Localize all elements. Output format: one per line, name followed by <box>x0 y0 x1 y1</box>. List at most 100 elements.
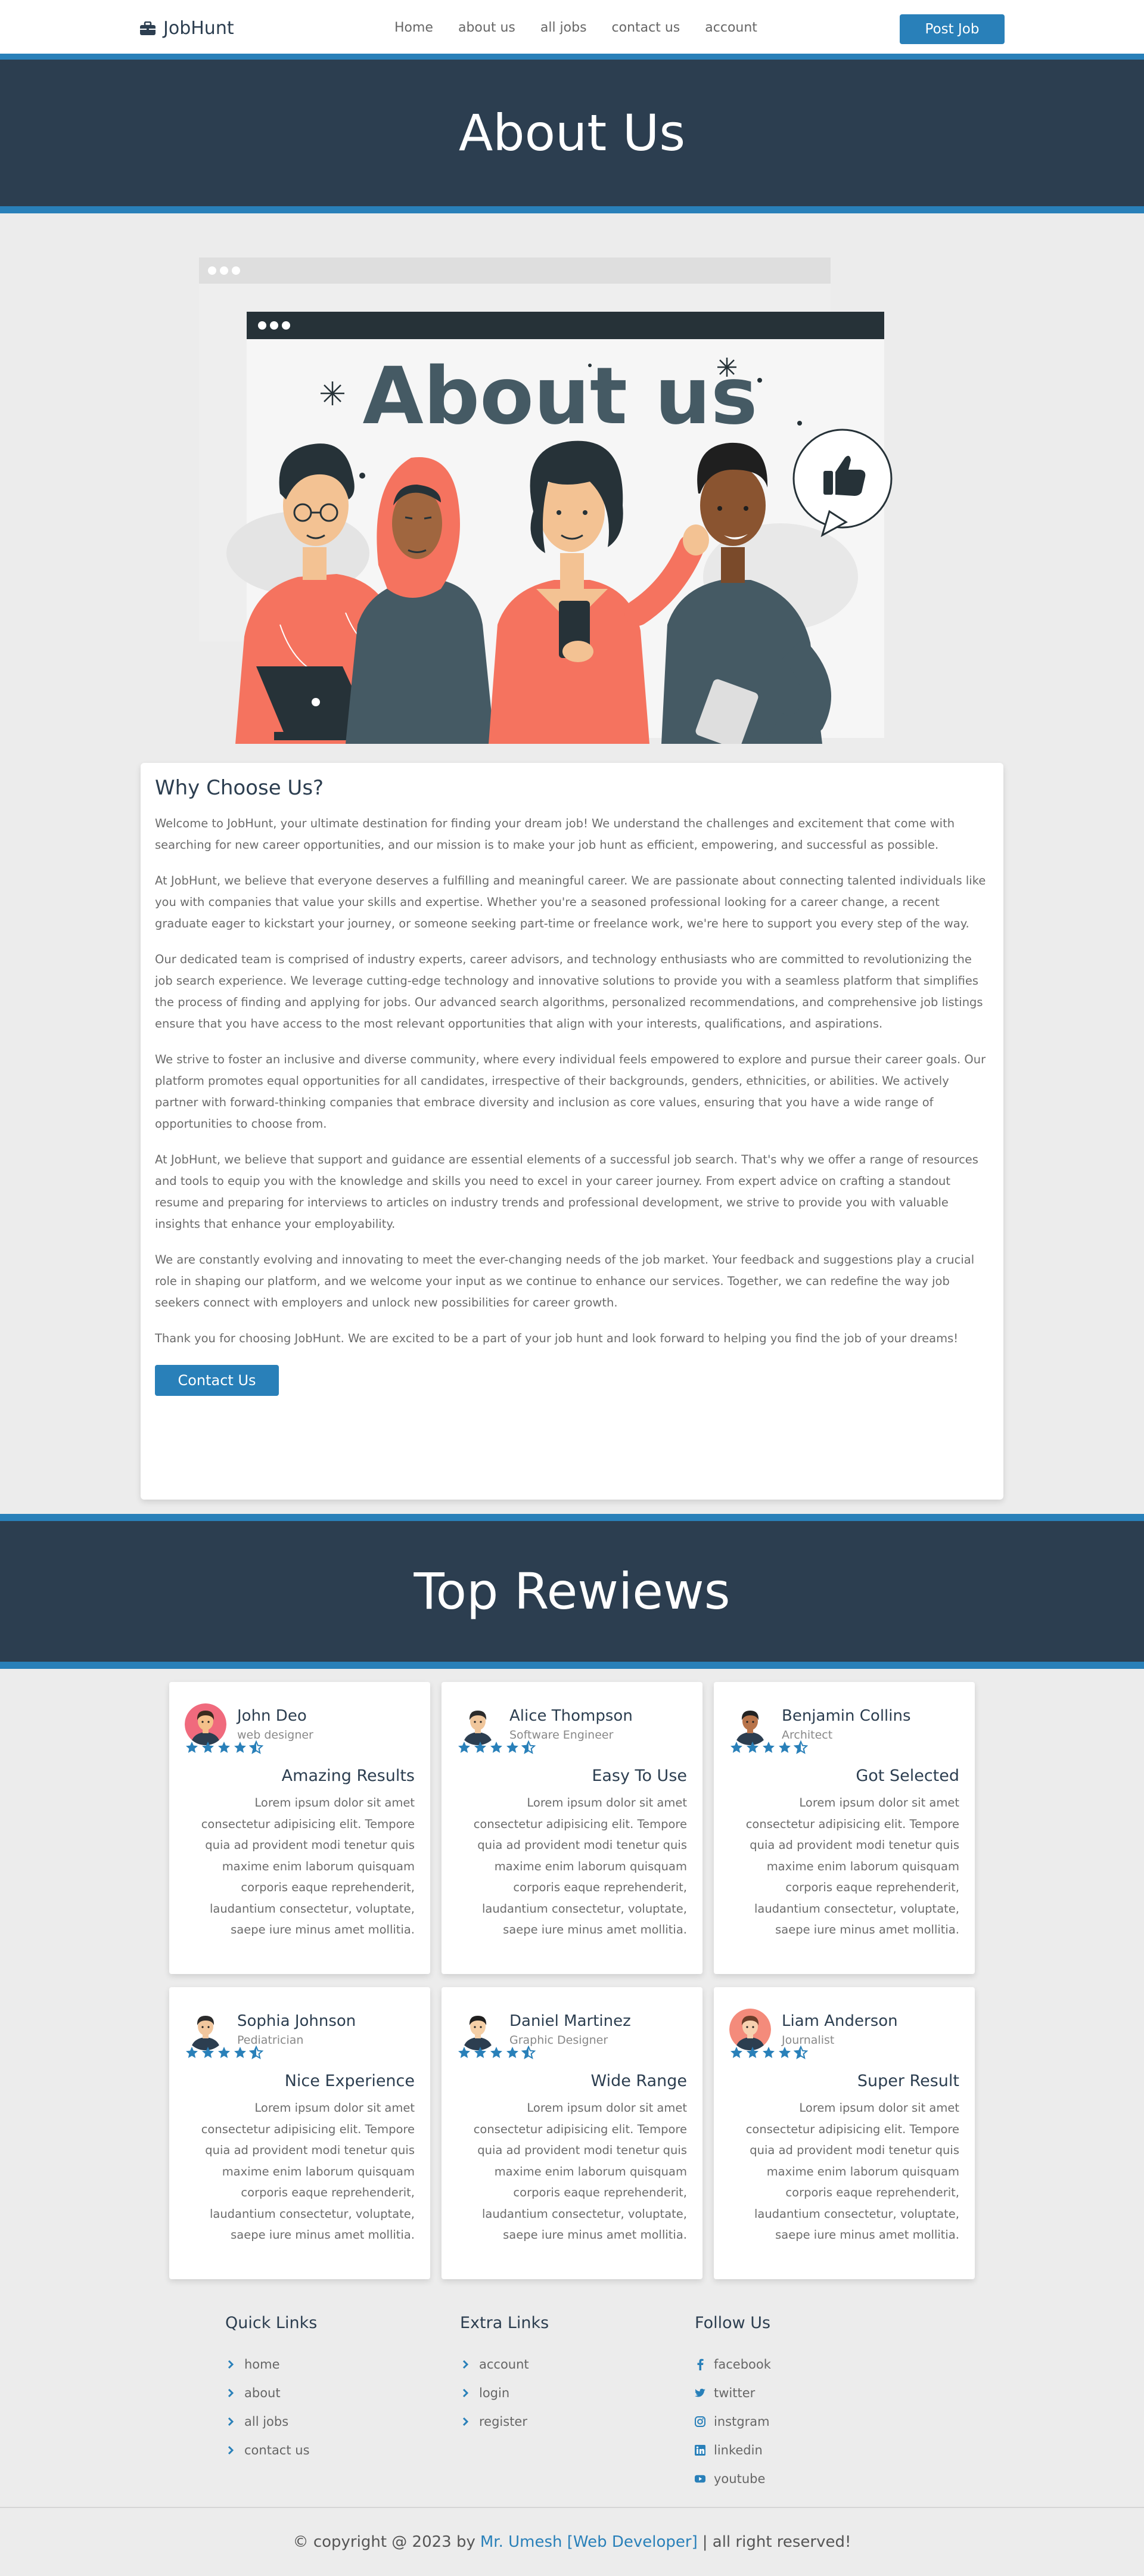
reviewer-avatar <box>457 2009 499 2050</box>
why-title: Why Choose Us? <box>155 776 324 800</box>
reviewer-role: Architect <box>782 1728 833 1742</box>
social-link-linkedin[interactable]: linkedin <box>695 2436 771 2465</box>
contact-us-button[interactable]: Contact Us <box>155 1365 279 1396</box>
footer-link-contact[interactable]: contact us <box>225 2436 317 2465</box>
star-half-icon <box>794 2046 808 2060</box>
developer-credit-link[interactable]: Mr. Umesh [Web Developer] <box>480 2533 698 2551</box>
review-text: Lorem ipsum dolor sit amet consectetur a… <box>473 1796 687 1936</box>
chevron-right-icon <box>460 2388 471 2398</box>
footer-link-register[interactable]: register <box>460 2407 549 2436</box>
linkedin-icon <box>695 2445 705 2456</box>
social-link-youtube[interactable]: youtube <box>695 2465 771 2493</box>
review-card: John Deo web designer Amazing Results Lo… <box>169 1682 430 1974</box>
star-full-icon <box>474 1742 486 1753</box>
social-link-facebook[interactable]: facebook <box>695 2350 771 2379</box>
review-text: Lorem ipsum dolor sit amet consectetur a… <box>745 2101 959 2242</box>
reviewer-info: John Deo web designer <box>237 1703 313 1742</box>
nav-link-all-jobs[interactable]: all jobs <box>540 20 587 35</box>
reviews-heading-band: Top Rewiews <box>0 1514 1144 1669</box>
star-full-icon <box>218 2047 230 2058</box>
review-card: Sophia Johnson Pediatrician Nice Experie… <box>169 1987 430 2279</box>
chevron-right-icon <box>225 2445 236 2456</box>
review-card: Daniel Martinez Graphic Designer Wide Ra… <box>442 1987 702 2279</box>
why-paragraph-5: At JobHunt, we believe that support and … <box>155 1153 978 1231</box>
extra-links-column: Extra Links account login register <box>460 2314 549 2436</box>
footer-link-account[interactable]: account <box>460 2350 549 2379</box>
star-half-icon <box>521 1740 536 1755</box>
star-full-icon <box>779 1742 791 1753</box>
nav-link-account[interactable]: account <box>705 20 757 35</box>
reviewer-avatar <box>185 2009 226 2050</box>
review-title: Easy To Use <box>592 1767 687 1785</box>
instagram-icon <box>695 2416 705 2427</box>
review-header: Sophia Johnson Pediatrician <box>185 2009 415 2050</box>
star-full-icon <box>730 2047 742 2058</box>
youtube-icon <box>695 2473 705 2484</box>
review-text: Lorem ipsum dolor sit amet consectetur a… <box>201 1796 415 1936</box>
star-full-icon <box>202 1742 214 1753</box>
footer-link-login[interactable]: login <box>460 2379 549 2407</box>
footer-link-label: account <box>479 2357 529 2372</box>
footer-link-label: contact us <box>244 2443 310 2457</box>
post-job-button[interactable]: Post Job <box>900 14 1005 44</box>
about-us-illustration: About us <box>199 257 893 744</box>
footer-link-label: about <box>244 2386 281 2400</box>
chevron-right-icon <box>225 2359 236 2370</box>
review-header: Benjamin Collins Architect <box>729 1703 959 1745</box>
social-link-label: instgram <box>714 2414 770 2429</box>
footer: Quick Links home about all jobs contact … <box>0 2301 1144 2509</box>
footer-link-home[interactable]: home <box>225 2350 317 2379</box>
review-title: Amazing Results <box>281 1767 415 1785</box>
reviewer-role: Software Engineer <box>509 1728 614 1742</box>
reviewer-name: Daniel Martinez <box>509 2012 631 2030</box>
review-title: Wide Range <box>590 2072 687 2090</box>
star-full-icon <box>474 2047 486 2058</box>
nav-link-about[interactable]: about us <box>458 20 515 35</box>
reviewer-name: Liam Anderson <box>782 2012 898 2030</box>
nav-link-home[interactable]: Home <box>394 20 433 35</box>
star-full-icon <box>186 1742 198 1753</box>
nav-link-contact[interactable]: contact us <box>612 20 680 35</box>
star-full-icon <box>490 1742 502 1753</box>
reviewer-name: Benjamin Collins <box>782 1707 911 1725</box>
follow-us-title: Follow Us <box>695 2314 771 2332</box>
reviewer-name: John Deo <box>237 1707 307 1725</box>
review-header: Liam Anderson Journalist <box>729 2009 959 2050</box>
why-paragraph-7: Thank you for choosing JobHunt. We are e… <box>155 1332 959 1345</box>
star-full-icon <box>779 2047 791 2058</box>
star-full-icon <box>763 1742 775 1753</box>
social-link-label: twitter <box>714 2386 756 2400</box>
footer-link-about[interactable]: about <box>225 2379 317 2407</box>
star-full-icon <box>763 2047 775 2058</box>
why-paragraph-3: Our dedicated team is comprised of indus… <box>155 952 983 1031</box>
star-full-icon <box>458 1742 470 1753</box>
reviewer-info: Liam Anderson Journalist <box>782 2009 898 2047</box>
illustration-heading: About us <box>363 350 758 442</box>
reviewer-avatar <box>185 1703 226 1745</box>
social-link-label: youtube <box>714 2472 766 2486</box>
social-link-twitter[interactable]: twitter <box>695 2379 771 2407</box>
why-paragraph-1: Welcome to JobHunt, your ultimate destin… <box>155 817 955 852</box>
follow-us-column: Follow Us facebook twitter instgram link… <box>695 2314 771 2493</box>
star-full-icon <box>490 2047 502 2058</box>
star-half-icon <box>521 2046 536 2060</box>
review-card: Alice Thompson Software Engineer Easy To… <box>442 1682 702 1974</box>
brand-name: JobHunt <box>163 18 234 39</box>
social-link-instagram[interactable]: instgram <box>695 2407 771 2436</box>
footer-link-all-jobs[interactable]: all jobs <box>225 2407 317 2436</box>
main-nav: Home about us all jobs contact us accoun… <box>394 20 757 35</box>
reviewer-role: Journalist <box>782 2034 835 2047</box>
copyright-bar: © copyright @ 2023 by Mr. Umesh [Web Dev… <box>0 2507 1144 2576</box>
star-full-icon <box>186 2047 198 2058</box>
star-half-icon <box>249 2046 263 2060</box>
review-title: Super Result <box>857 2072 959 2090</box>
reviewer-role: Pediatrician <box>237 2034 304 2047</box>
extra-links-title: Extra Links <box>460 2314 549 2332</box>
reviews-grid: John Deo web designer Amazing Results Lo… <box>169 1682 975 2279</box>
brand-logo[interactable]: JobHunt <box>139 18 234 39</box>
review-card: Liam Anderson Journalist Super Result Lo… <box>714 1987 975 2279</box>
star-full-icon <box>730 1742 742 1753</box>
star-full-icon <box>234 1742 246 1753</box>
reviewer-name: Sophia Johnson <box>237 2012 356 2030</box>
star-full-icon <box>747 1742 758 1753</box>
